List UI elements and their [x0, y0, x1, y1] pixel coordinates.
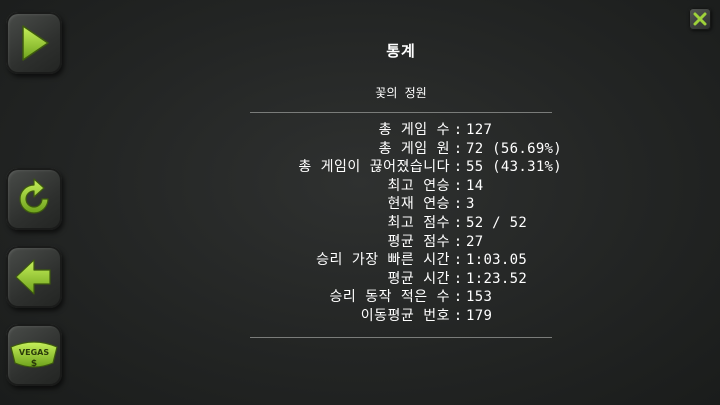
stat-label: 평균 시간	[387, 270, 450, 287]
stat-separator: :	[453, 159, 463, 176]
stat-separator: :	[453, 140, 463, 157]
stat-separator: :	[453, 196, 463, 213]
stat-value: 1:03.05	[466, 252, 528, 269]
stat-row-average-time: 평균 시간 : 1:23.52	[250, 270, 552, 289]
stat-row-best-streak: 최고 연승 : 14	[250, 177, 552, 196]
stat-value: 3	[466, 196, 475, 213]
close-button[interactable]	[689, 8, 711, 30]
stat-label: 현재 연승	[387, 196, 450, 213]
stat-row-fewest-moves: 승리 동작 적은 수 : 153	[250, 288, 552, 307]
stat-separator: :	[453, 233, 463, 250]
stat-row-current-streak: 현재 연승 : 3	[250, 195, 552, 214]
stat-separator: :	[453, 122, 463, 138]
close-icon	[693, 12, 707, 26]
divider-top	[250, 112, 552, 113]
stat-value: 52 / 52	[466, 214, 528, 231]
play-button[interactable]	[6, 12, 62, 74]
stat-value: 153	[466, 289, 493, 306]
stat-value: 14	[466, 177, 484, 194]
game-name: 꽃의 정원	[375, 86, 427, 100]
dialog-title: 통계	[386, 42, 416, 60]
stat-separator: :	[453, 177, 463, 194]
stat-row-average-moves: 이동평균 번호 : 179	[250, 307, 552, 326]
stat-label: 이동평균 번호	[360, 307, 450, 324]
stat-row-total-games: 총 게임 수 : 127	[250, 121, 552, 140]
stat-separator: :	[453, 214, 463, 231]
stat-value: 1:23.52	[466, 270, 528, 287]
stat-row-fastest-win: 승리 가장 빠른 시간 : 1:03.05	[250, 251, 552, 270]
stat-separator: :	[453, 252, 463, 269]
vegas-sign-icon: VEGAS $	[10, 341, 58, 369]
vegas-mode-button[interactable]: VEGAS $	[6, 324, 62, 386]
stat-row-best-score: 최고 점수 : 52 / 52	[250, 214, 552, 233]
back-arrow-icon	[15, 259, 51, 295]
stat-row-games-won: 총 게임 원 : 72 (56.69%)	[250, 140, 563, 159]
restart-button[interactable]	[6, 168, 62, 230]
stat-label: 승리 동작 적은 수	[329, 289, 450, 306]
back-button[interactable]	[6, 246, 62, 308]
stat-value: 179	[466, 307, 493, 324]
stat-label: 승리 가장 빠른 시간	[316, 252, 450, 269]
stat-value: 27	[466, 233, 484, 250]
stat-label: 총 게임이 끊어졌습니다	[298, 159, 450, 176]
stat-separator: :	[453, 289, 463, 306]
restart-icon	[19, 178, 49, 214]
vegas-dollar-text: $	[31, 359, 37, 369]
stat-label: 최고 연승	[387, 177, 450, 194]
stats-list: 총 게임 수 : 127 총 게임 원 : 72 (56.69%) 총 게임이 …	[250, 121, 563, 326]
vegas-sign-text: VEGAS	[19, 348, 49, 357]
stat-label: 최고 점수	[387, 214, 450, 231]
stat-value: 72 (56.69%)	[466, 140, 563, 157]
stat-row-games-lost: 총 게임이 끊어졌습니다 : 55 (43.31%)	[250, 158, 563, 177]
stat-separator: :	[453, 270, 463, 287]
stat-value: 127	[466, 122, 493, 138]
stat-row-average-score: 평균 점수 : 27	[250, 233, 552, 252]
stat-separator: :	[453, 307, 463, 324]
stat-label: 평균 점수	[387, 233, 450, 250]
stat-label: 총 게임 수	[378, 122, 450, 138]
play-icon	[22, 25, 49, 61]
divider-bottom	[250, 337, 552, 338]
stat-value: 55 (43.31%)	[466, 159, 563, 176]
stat-label: 총 게임 원	[378, 140, 450, 157]
